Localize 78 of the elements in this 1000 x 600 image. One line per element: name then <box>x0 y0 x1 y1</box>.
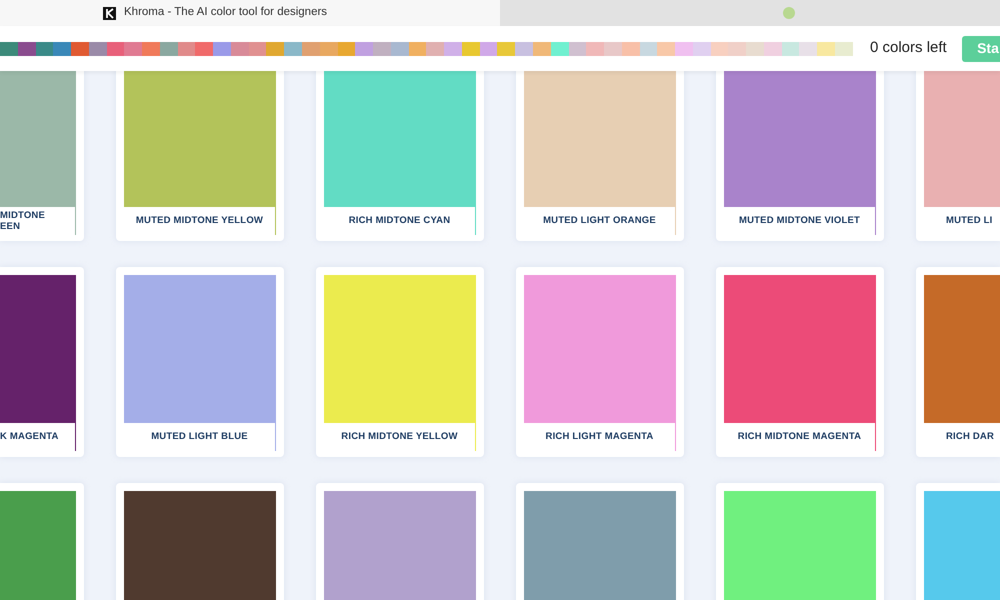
colors-left-label: 0 colors left <box>870 38 947 58</box>
color-card[interactable]: MUTED LI <box>916 71 1000 241</box>
browser-tab[interactable]: Khroma - The AI color tool for designers <box>0 0 500 26</box>
color-card[interactable]: K MAGENTA <box>0 267 84 457</box>
color-card[interactable]: MUTED LIGHT ORANGE <box>516 71 684 241</box>
color-name: MUTED MIDTONE VIOLET <box>739 215 860 227</box>
palette-swatch[interactable] <box>764 42 782 56</box>
color-name: MIDTONE EEN <box>0 210 46 232</box>
palette-swatch[interactable] <box>213 42 231 56</box>
palette-swatch[interactable] <box>178 42 196 56</box>
palette-swatch[interactable] <box>604 42 622 56</box>
palette-swatch[interactable] <box>373 42 391 56</box>
palette-swatch[interactable] <box>497 42 516 56</box>
color-name: MUTED LI <box>946 215 992 227</box>
palette-swatch[interactable] <box>817 42 835 56</box>
palette-swatch[interactable] <box>515 42 533 56</box>
color-name: MUTED MIDTONE YELLOW <box>136 215 264 227</box>
palette-swatch[interactable] <box>320 42 338 56</box>
palette-swatch[interactable] <box>622 42 640 56</box>
palette-swatch[interactable] <box>248 42 266 56</box>
color-name: MUTED LIGHT ORANGE <box>543 215 656 227</box>
palette-swatch[interactable] <box>480 42 498 56</box>
browser-tab[interactable] <box>500 0 1000 26</box>
palette-swatch[interactable] <box>18 42 36 56</box>
palette-swatch[interactable] <box>728 42 746 56</box>
color-card[interactable]: RICH DAR <box>916 267 1000 457</box>
palette-swatch[interactable] <box>692 42 711 56</box>
palette-swatch[interactable] <box>782 42 800 56</box>
palette-swatch[interactable] <box>746 42 764 56</box>
color-name: RICH MIDTONE CYAN <box>348 215 450 227</box>
palette-swatch[interactable] <box>302 42 320 56</box>
palette-swatch[interactable] <box>124 42 142 56</box>
palette-swatch[interactable] <box>568 42 586 56</box>
favicon-icon <box>783 7 795 19</box>
palette-swatch[interactable] <box>230 42 249 56</box>
color-card[interactable]: MIDTONE EEN <box>0 71 84 241</box>
color-card[interactable]: MUTED MIDTONE VIOLET <box>716 71 884 241</box>
palette-swatch[interactable] <box>657 42 676 56</box>
color-name: MUTED LIGHT BLUE <box>151 431 248 443</box>
palette-swatch[interactable] <box>640 42 658 56</box>
color-card[interactable]: RICH MIDTONE MAGENTA <box>716 267 884 457</box>
palette-swatch[interactable] <box>53 42 72 56</box>
logo-icon <box>103 6 116 20</box>
palette-swatch[interactable] <box>36 42 54 56</box>
color-name: RICH DAR <box>946 431 994 443</box>
color-name: RICH MIDTONE YELLOW <box>341 431 458 443</box>
palette-swatch[interactable] <box>88 42 107 56</box>
color-card[interactable]: RICH LIGHT MAGENTA <box>516 267 684 457</box>
palette-swatch[interactable] <box>160 42 178 56</box>
color-card[interactable]: MUTED LIGHT BLUE <box>116 267 284 457</box>
palette-swatch[interactable] <box>106 42 124 56</box>
palette-swatch[interactable] <box>284 42 302 56</box>
palette-swatch[interactable] <box>462 42 480 56</box>
palette-swatch[interactable] <box>834 42 853 56</box>
tab-title: Khroma - The AI color tool for designers <box>124 5 328 20</box>
color-name: RICH LIGHT MAGENTA <box>546 431 654 443</box>
palette-swatch[interactable] <box>532 42 551 56</box>
color-card[interactable]: RICH MIDTONE CYAN <box>316 71 484 241</box>
palette-swatch[interactable] <box>266 42 284 56</box>
palette-swatch[interactable] <box>390 42 409 56</box>
color-name: RICH MIDTONE MAGENTA <box>738 431 862 443</box>
palette-swatch[interactable] <box>444 42 462 56</box>
palette-swatch[interactable] <box>799 42 818 56</box>
palette-swatch[interactable] <box>426 42 444 56</box>
palette-swatch[interactable] <box>550 42 568 56</box>
palette-swatch[interactable] <box>0 42 18 56</box>
palette-swatch[interactable] <box>710 42 728 56</box>
palette-swatch[interactable] <box>142 42 160 56</box>
palette-swatch[interactable] <box>675 42 693 56</box>
color-card[interactable]: RICH MIDTONE YELLOW <box>316 267 484 457</box>
palette-swatch[interactable] <box>408 42 426 56</box>
color-name: K MAGENTA <box>0 431 60 443</box>
palette-swatch[interactable] <box>355 42 374 56</box>
color-card[interactable]: MUTED MIDTONE YELLOW <box>116 71 284 241</box>
palette-swatch[interactable] <box>338 42 356 56</box>
palette-swatch[interactable] <box>586 42 604 56</box>
palette-swatch[interactable] <box>195 42 214 56</box>
palette-swatch[interactable] <box>71 42 89 56</box>
